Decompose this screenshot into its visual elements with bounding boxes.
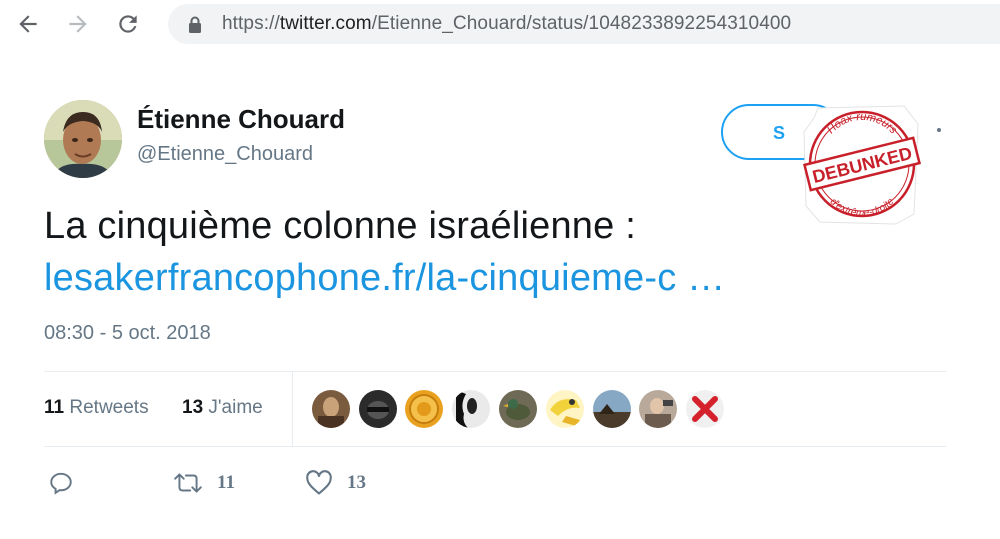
reply-icon <box>50 472 72 495</box>
liker-avatar-5[interactable] <box>499 390 537 428</box>
tweet-text: La cinquième colonne israélienne : <box>44 205 636 247</box>
reload-icon <box>119 15 137 33</box>
browser-toolbar: https://twitter.com/Etienne_Chouard/stat… <box>0 0 1000 50</box>
arrow-left-icon <box>19 15 37 33</box>
forward-button[interactable] <box>62 8 94 40</box>
url-text: https://twitter.com/Etienne_Chouard/stat… <box>222 13 791 35</box>
retweet-icon <box>174 473 202 493</box>
liker-avatar-9[interactable] <box>686 390 724 428</box>
likes-count: 13 <box>182 397 204 418</box>
tweet-link[interactable]: lesakerfrancophone.fr/la-cinquieme-c … <box>44 252 725 304</box>
back-button[interactable] <box>12 8 44 40</box>
stats-bottom-divider <box>44 446 946 447</box>
retweets-count: 11 <box>44 397 65 418</box>
follow-button-label: S <box>773 123 786 143</box>
url-path: /Etienne_Chouard/status/1048233892254310… <box>371 13 792 34</box>
debunked-stamp: Hoax-rumeurs DEBUNKED d'extrême-droite <box>803 105 921 225</box>
liker-avatar-4[interactable] <box>452 390 490 428</box>
url-scheme: https:// <box>222 13 280 34</box>
arrow-right-icon <box>69 15 87 33</box>
tweet-timestamp[interactable]: 08:30 - 5 oct. 2018 <box>44 322 211 345</box>
address-bar[interactable]: https://twitter.com/Etienne_Chouard/stat… <box>168 4 1000 44</box>
retweets-label: Retweets <box>69 397 149 418</box>
liker-avatar-3[interactable] <box>405 390 443 428</box>
liker-avatar-2[interactable] <box>359 390 397 428</box>
liker-avatar-8[interactable] <box>639 390 677 428</box>
stats-top-divider <box>44 371 946 372</box>
author-avatar[interactable] <box>44 100 122 178</box>
like-action[interactable]: 13 <box>305 470 366 496</box>
author-handle[interactable]: @Etienne_Chouard <box>137 143 313 166</box>
lock-icon <box>189 16 201 33</box>
reply-action[interactable] <box>48 470 74 496</box>
heart-icon <box>306 470 332 495</box>
liker-avatar-6[interactable] <box>546 390 584 428</box>
likes-label: J'aime <box>208 397 263 418</box>
reload-button[interactable] <box>112 8 144 40</box>
liker-avatar-7[interactable] <box>593 390 631 428</box>
retweet-action[interactable]: 11 <box>173 470 235 496</box>
more-options-icon[interactable] <box>937 128 941 132</box>
retweet-action-count: 11 <box>217 472 235 493</box>
stats-vertical-divider <box>292 372 293 446</box>
retweets-stat[interactable]: 11 Retweets <box>44 397 149 419</box>
likes-stat[interactable]: 13 J'aime <box>182 397 263 419</box>
url-host: twitter.com <box>279 13 372 34</box>
author-display-name[interactable]: Étienne Chouard <box>137 104 345 135</box>
liker-avatar-1[interactable] <box>312 390 350 428</box>
like-action-count: 13 <box>347 472 366 493</box>
